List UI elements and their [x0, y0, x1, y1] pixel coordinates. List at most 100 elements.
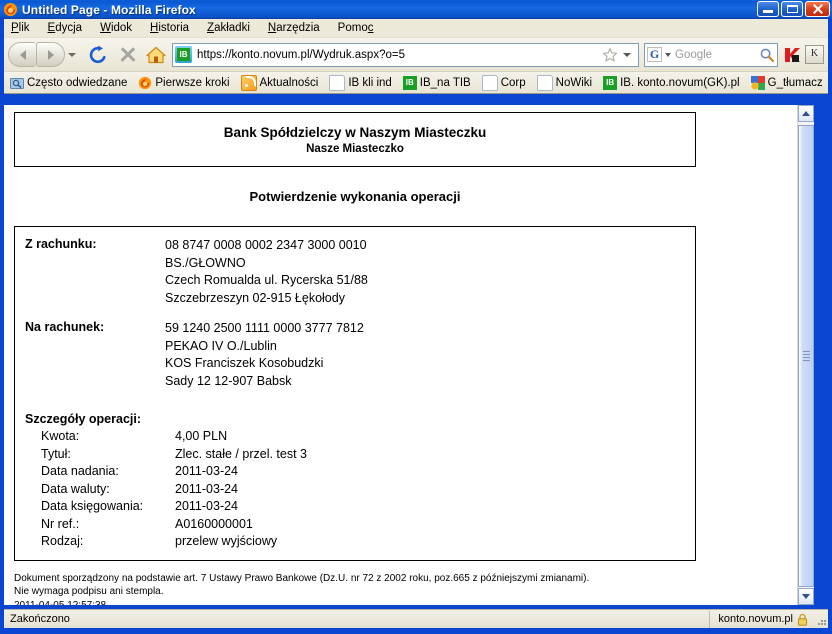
- page-icon: [329, 74, 346, 91]
- bookmark-pierwsze-kroki[interactable]: Pierwsze kroki: [138, 76, 230, 90]
- search-icon[interactable]: [759, 47, 775, 63]
- menu-pomoc[interactable]: Pomoc: [338, 22, 374, 34]
- close-button[interactable]: [805, 1, 830, 17]
- from-account-label: Z rachunku:: [25, 237, 97, 251]
- to-account-label: Na rachunek:: [25, 320, 105, 334]
- detail-key: Rodzaj:: [41, 534, 84, 548]
- detail-key: Tytuł:: [41, 446, 71, 461]
- google-icon[interactable]: G: [647, 47, 662, 62]
- menu-bar: Plik Edycja Widok Historia Zakładki Narz…: [4, 19, 828, 38]
- search-box[interactable]: G Google: [644, 42, 778, 67]
- bookmark-aktualnosci[interactable]: Aktualności: [240, 74, 318, 91]
- menu-historia[interactable]: Historia: [150, 22, 189, 34]
- detail-value: Zlec. stałe / przel. test 3: [175, 446, 307, 461]
- bookmark-label: G_tłumacz: [767, 76, 823, 89]
- scroll-down-button[interactable]: [798, 588, 814, 605]
- bookmark-label: IB_na TIB: [419, 76, 471, 89]
- scrollbar-grip-icon: [803, 351, 810, 361]
- bookmark-ib-kli-ind[interactable]: IB kli ind: [329, 74, 392, 91]
- bank-header-box: Bank Spółdzielczy w Naszym Miasteczku Na…: [14, 112, 696, 167]
- resize-grip-icon[interactable]: [813, 611, 828, 628]
- to-account-name: KOS Franciszek Kosobudzki: [165, 356, 324, 370]
- browser-window: Untitled Page - Mozilla Firefox Plik Edy…: [0, 0, 832, 634]
- address-bar[interactable]: IB https://konto.novum.pl/Wydruk.aspx?o=…: [172, 42, 639, 67]
- bookmark-star-icon[interactable]: [602, 47, 618, 63]
- detail-key: Data księgowania:: [41, 499, 144, 513]
- window-title: Untitled Page - Mozilla Firefox: [22, 2, 196, 17]
- document-footer: Dokument sporządzony na podstawie art. 7…: [14, 572, 814, 606]
- bank-city: Nasze Miasteczko: [306, 143, 404, 155]
- address-bar-text[interactable]: https://konto.novum.pl/Wydruk.aspx?o=5: [195, 49, 602, 61]
- window-controls: [757, 1, 830, 17]
- bookmark-ib-na-tib[interactable]: IB IB_na TIB: [402, 75, 471, 90]
- bookmark-label: NoWiki: [555, 76, 593, 89]
- bookmark-g-tlumacz[interactable]: G_tłumacz: [750, 75, 823, 90]
- home-icon[interactable]: [146, 46, 166, 64]
- detail-key: Kwota:: [41, 429, 80, 443]
- folder-search-icon: [10, 76, 24, 90]
- forward-button[interactable]: [36, 42, 65, 67]
- to-account-row: Na rachunek: 59 1240 2500 1111 0000 3777…: [15, 320, 695, 390]
- menu-zakladki[interactable]: Zakładki: [207, 22, 250, 34]
- legal-note-line-2: Nie wymaga podpisu ani stempla.: [14, 586, 164, 597]
- detail-row: Nr ref.: A0160000001: [15, 516, 695, 534]
- vertical-scrollbar[interactable]: [797, 105, 814, 605]
- from-account-bank: BS./GŁOWNO: [165, 255, 246, 270]
- legal-note-line-1: Dokument sporządzony na podstawie art. 7…: [14, 572, 590, 584]
- page-icon: [481, 74, 498, 91]
- page-content: Bank Spółdzielczy w Naszym Miasteczku Na…: [4, 105, 814, 605]
- bookmark-label: IB. konto.novum(GK).pl: [620, 76, 740, 89]
- reload-icon[interactable]: [88, 45, 108, 65]
- firefox-icon: [138, 76, 152, 90]
- site-favicon-label: IB: [177, 48, 190, 61]
- menu-plik[interactable]: Plik: [11, 22, 30, 34]
- menu-widok[interactable]: Widok: [100, 22, 132, 34]
- transfer-confirmation-document: Bank Spółdzielczy w Naszym Miasteczku Na…: [4, 112, 814, 605]
- from-account-name: Czech Romualda ul. Rycerska 51/88: [165, 273, 368, 287]
- scroll-up-button[interactable]: [798, 105, 814, 122]
- k-toolbar-button[interactable]: K: [805, 45, 824, 64]
- menu-edycja[interactable]: Edycja: [48, 22, 83, 34]
- stop-icon[interactable]: [118, 45, 138, 65]
- menu-narzedzia[interactable]: Narzędzia: [268, 22, 320, 34]
- bookmark-nowiki[interactable]: NoWiki: [536, 74, 593, 91]
- detail-key: Data waluty:: [41, 481, 110, 496]
- address-dropdown-icon[interactable]: [623, 52, 631, 57]
- to-account-number: 59 1240 2500 1111 0000 3777 7812: [165, 321, 364, 335]
- detail-row: Rodzaj: przelew wyjściowy: [15, 533, 695, 551]
- maximize-button[interactable]: [781, 1, 803, 17]
- lock-icon: [797, 613, 808, 626]
- history-dropdown-icon[interactable]: [68, 52, 76, 57]
- detail-value: 2011-03-24: [175, 464, 239, 478]
- detail-row: Data księgowania: 2011-03-24: [15, 498, 695, 516]
- rss-icon: [240, 74, 257, 91]
- detail-value: A0160000001: [175, 516, 253, 531]
- generation-timestamp: 2011-04-05 12:57:38: [14, 599, 107, 606]
- security-domain[interactable]: konto.novum.pl: [709, 610, 813, 628]
- bookmark-czesto-odwiedzane[interactable]: Często odwiedzane: [10, 76, 127, 90]
- accounts-box: Z rachunku: 08 8747 0008 0002 2347 3000 …: [14, 226, 696, 561]
- back-button[interactable]: [8, 42, 36, 67]
- back-forward-control: [8, 42, 65, 67]
- page-icon: [536, 74, 553, 91]
- security-domain-label: konto.novum.pl: [718, 613, 793, 625]
- search-engine-dropdown-icon[interactable]: [665, 52, 671, 57]
- to-account-address: Sady 12 12-907 Babsk: [165, 373, 292, 388]
- bookmark-ib-konto-novum-gk[interactable]: IB IB. konto.novum(GK).pl: [603, 75, 740, 90]
- google-translate-icon: [750, 75, 765, 90]
- bookmark-label: Corp: [500, 76, 526, 89]
- scrollbar-thumb[interactable]: [798, 125, 814, 587]
- search-input[interactable]: Google: [675, 49, 759, 61]
- detail-key: Nr ref.:: [41, 516, 80, 531]
- to-account-lines: 59 1240 2500 1111 0000 3777 7812 PEKAO I…: [165, 320, 364, 390]
- navigation-toolbar: IB https://konto.novum.pl/Wydruk.aspx?o=…: [4, 38, 828, 72]
- bookmark-corp[interactable]: Corp: [481, 74, 526, 91]
- kaspersky-icon[interactable]: [783, 46, 801, 64]
- detail-value: 2011-03-24: [175, 499, 239, 513]
- detail-row: Kwota: 4,00 PLN: [15, 428, 695, 446]
- firefox-icon: [3, 2, 18, 17]
- minimize-button[interactable]: [757, 1, 779, 17]
- bookmark-label: IB kli ind: [348, 76, 392, 89]
- to-account-bank: PEKAO IV O./Lublin: [165, 338, 277, 353]
- status-bar: Zakończono konto.novum.pl: [4, 609, 828, 628]
